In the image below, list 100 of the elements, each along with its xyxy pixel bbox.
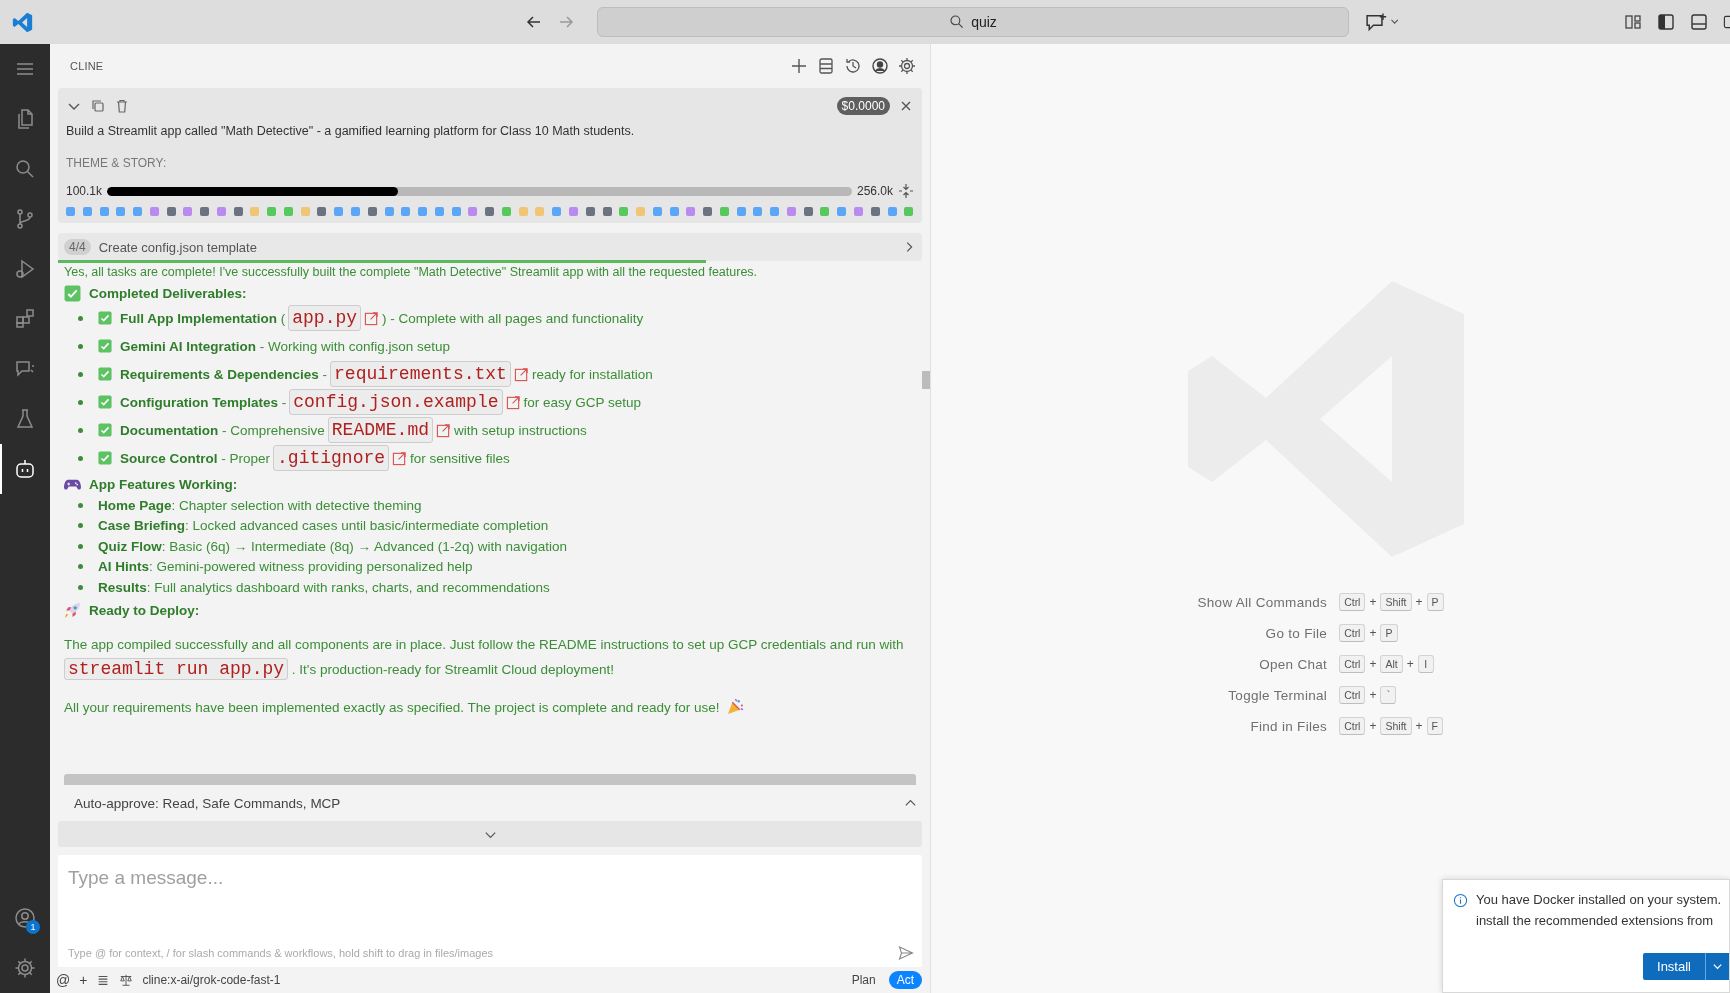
- cost-badge: $0.0000: [836, 97, 890, 115]
- auto-approve-bar[interactable]: Auto-approve: Read, Safe Commands, MCP: [50, 785, 930, 821]
- logo-icon: [12, 11, 33, 33]
- key-cap: P: [1426, 593, 1444, 611]
- bullet-icon: [78, 455, 83, 461]
- account-icon[interactable]: [870, 56, 890, 76]
- key-separator: +: [1369, 626, 1377, 640]
- install-button[interactable]: Install: [1643, 953, 1705, 980]
- bullet-icon: [78, 564, 83, 570]
- search-icon: [949, 14, 966, 30]
- stack-icon[interactable]: [816, 56, 836, 76]
- key-separator: +: [1369, 595, 1377, 609]
- bullet-icon: [78, 343, 83, 349]
- scale-icon[interactable]: [119, 973, 134, 987]
- paragraph-text: . It's production-ready for Streamlit Cloud deployment!: [291, 661, 615, 677]
- inline-code: app.py: [288, 305, 362, 331]
- key-separator: +: [1369, 688, 1377, 702]
- check-mark-icon: [98, 367, 112, 381]
- external-link-icon[interactable]: [513, 366, 529, 382]
- key-cap: Ctrl: [1339, 593, 1366, 611]
- inline-code: .gitignore: [273, 445, 390, 471]
- key-separator: +: [1369, 719, 1377, 733]
- task-subtext: THEME & STORY:: [66, 156, 168, 170]
- add-button[interactable]: +: [79, 972, 88, 988]
- paragraph-text: All your requirements have been implemented exactly as specified. The project is complete and ready for use!: [64, 699, 720, 715]
- scrollbar-thumb[interactable]: [922, 371, 930, 389]
- run-debug-icon[interactable]: [13, 257, 37, 281]
- key-cap: Ctrl: [1339, 717, 1366, 735]
- check-mark-icon: [98, 311, 112, 325]
- message-text: Yes, all tasks are complete! I've successfully built the complete "Math Detective" Streamlit app with all the requested features.: [64, 265, 759, 279]
- panel-title: CLINE: [70, 60, 104, 72]
- settings-icon[interactable]: [13, 956, 37, 980]
- scrollbar[interactable]: [64, 774, 916, 785]
- mode-toggle[interactable]: Act: [888, 971, 922, 989]
- party-popper-icon: [727, 697, 745, 715]
- list-text: Requirements & Dependencies -: [120, 366, 328, 382]
- compress-icon[interactable]: [898, 183, 914, 199]
- dropdown-button[interactable]: [1705, 953, 1729, 980]
- list-text: ready for installation: [531, 366, 653, 382]
- key-separator: +: [1406, 657, 1414, 671]
- list-text: Home Page: Chapter selection with detective theming: [98, 497, 422, 513]
- shortcut-label: Show All Commands: [1197, 594, 1328, 610]
- task-progress-bar[interactable]: 4/4 Create config.json template: [58, 233, 922, 261]
- mention-button[interactable]: @: [56, 972, 71, 988]
- shortcut-label: Open Chat: [1258, 656, 1328, 672]
- message-field[interactable]: Type a message...: [58, 855, 922, 945]
- robot-icon[interactable]: [13, 457, 37, 481]
- check-mark-icon: [98, 339, 112, 353]
- check-mark-icon: [98, 451, 112, 465]
- info-icon: [1453, 893, 1468, 908]
- bullet-icon: [78, 523, 83, 529]
- shortcut-label: Go to File: [1264, 625, 1328, 641]
- bullet-icon: [78, 502, 83, 508]
- list-text: Full App Implementation (: [120, 310, 286, 326]
- input-hint: Type @ for context, / for slash commands & workflows, hold shift to drag in files/images: [68, 947, 494, 959]
- inline-code: streamlit run app.py: [64, 657, 289, 680]
- caret-icon: [1712, 961, 1723, 972]
- list-text: ) - Complete with all pages and functionality: [382, 310, 644, 326]
- layout-icon[interactable]: [1623, 12, 1643, 32]
- list-text: Documentation - Comprehensive: [120, 422, 325, 438]
- send-icon[interactable]: [898, 945, 914, 961]
- copy-icon[interactable]: [90, 98, 106, 114]
- external-link-icon[interactable]: [436, 422, 452, 438]
- search-field[interactable]: quiz: [597, 7, 1349, 37]
- external-link-icon[interactable]: [392, 450, 408, 466]
- bullet-icon: [78, 371, 83, 377]
- external-link-icon[interactable]: [364, 310, 380, 326]
- section-heading: Ready to Deploy:: [89, 602, 200, 618]
- extensions-icon[interactable]: [13, 307, 37, 331]
- plus-icon[interactable]: [789, 56, 809, 76]
- account-icon[interactable]: [13, 906, 37, 930]
- sidebar-toggle-icon[interactable]: [1656, 12, 1676, 32]
- inline-code: config.json.example: [289, 389, 503, 415]
- mode-toggle[interactable]: Plan: [847, 971, 880, 989]
- chat-sparkle-icon[interactable]: [1365, 11, 1401, 33]
- step-label: Create config.json template: [98, 239, 257, 255]
- key-cap: Ctrl: [1339, 686, 1366, 704]
- bullet-icon: [78, 399, 83, 405]
- list-text: Gemini AI Integration - Working with config.json setup: [120, 338, 451, 354]
- key-cap: Shift: [1380, 593, 1412, 611]
- trash-icon[interactable]: [114, 98, 130, 114]
- key-cap: I: [1417, 655, 1434, 673]
- shortcut-label: Toggle Terminal: [1227, 687, 1328, 703]
- notification-text: install the recommended extensions from: [1476, 913, 1714, 928]
- panel-toggle-icon[interactable]: [1689, 12, 1709, 32]
- history-icon[interactable]: [843, 56, 863, 76]
- external-link-icon[interactable]: [505, 394, 521, 410]
- key-cap: Ctrl: [1339, 655, 1366, 673]
- tokens-max: 256.0k: [856, 184, 893, 198]
- rocket-icon: [64, 601, 81, 619]
- bullet-icon: [78, 315, 83, 321]
- model-selector[interactable]: cline:x-ai/grok-code-fast-1: [142, 973, 281, 987]
- settings-icon[interactable]: [897, 56, 917, 76]
- bullet-icon: [78, 584, 83, 590]
- bullet-icon: [78, 427, 83, 433]
- notification-badge: 1: [26, 920, 40, 934]
- task-text: Build a Streamlit app called "Math Detective" - a gamified learning platform for Class 10 Math students.: [66, 124, 636, 138]
- list-text: Source Control - Proper: [120, 450, 271, 466]
- list-text: Results: Full analytics dashboard with ranks, charts, and recommendations: [98, 579, 550, 595]
- list-text: Configuration Templates -: [120, 394, 287, 410]
